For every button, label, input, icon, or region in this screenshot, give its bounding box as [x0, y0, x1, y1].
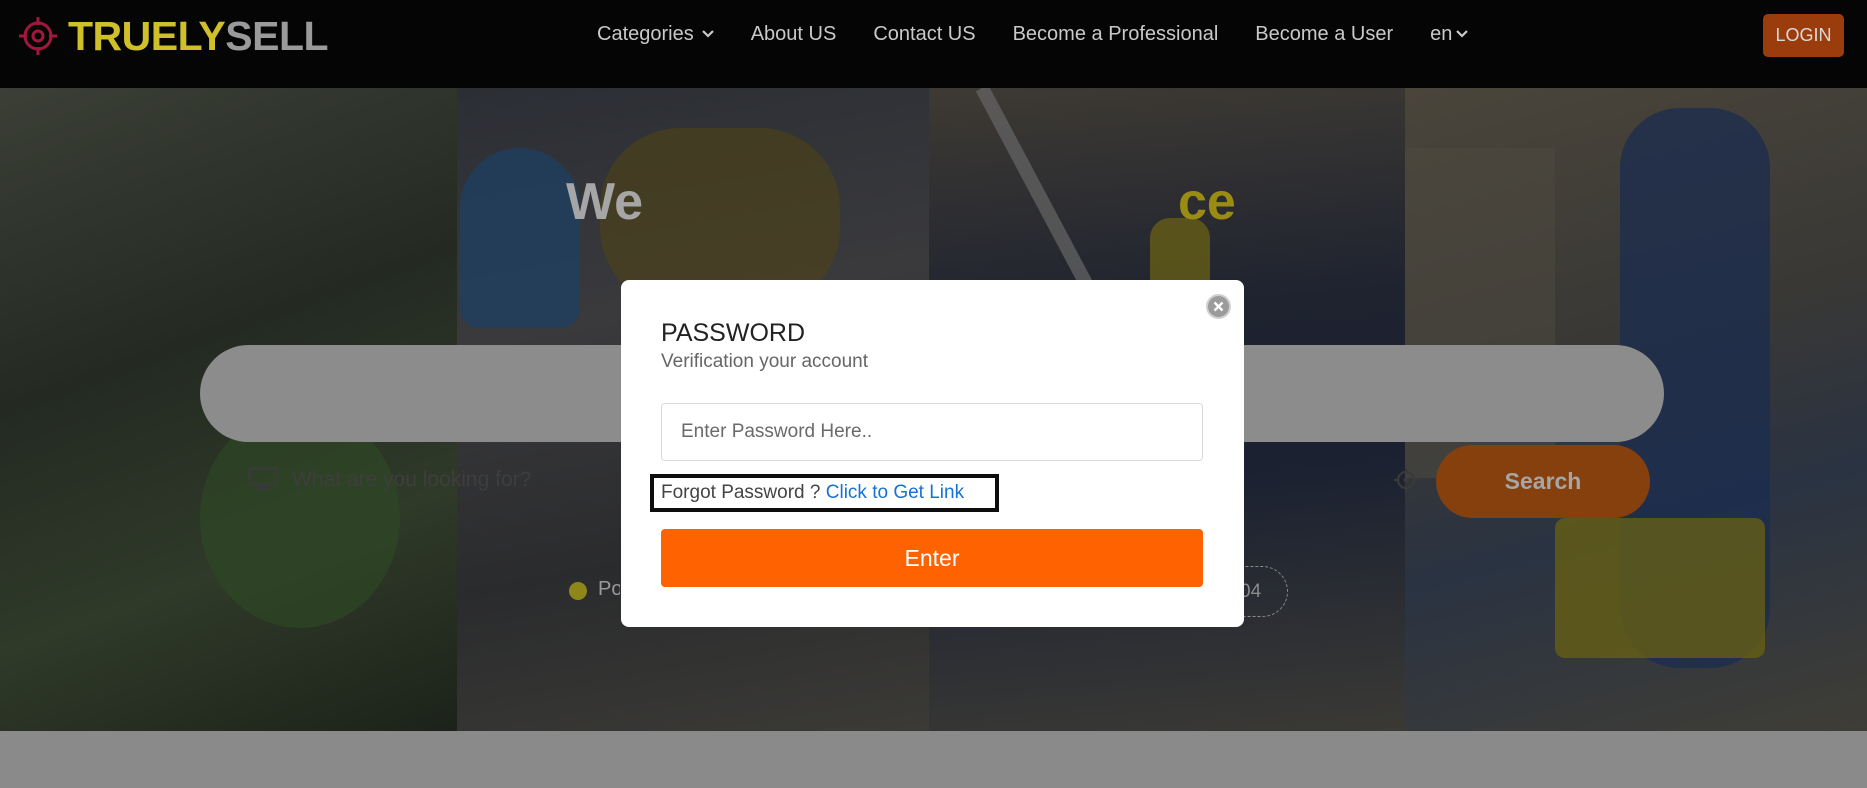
main-nav: Categories About US Contact US Become a …: [597, 22, 1505, 46]
forgot-password-row: Forgot Password ? Click to Get Link: [661, 482, 964, 504]
get-link-link[interactable]: Click to Get Link: [826, 482, 964, 503]
nav-item-label: Become a User: [1255, 22, 1394, 45]
nav-item-contact-us[interactable]: Contact US: [873, 23, 975, 46]
search-button[interactable]: Search: [1436, 445, 1650, 518]
nav-item-about-us[interactable]: About US: [751, 23, 837, 46]
popular-label: Po: [598, 578, 620, 600]
popular-dot-icon: [569, 582, 587, 600]
logo-wordmark: TRUELYSELL: [68, 13, 329, 59]
close-icon: [1213, 301, 1224, 312]
modal-subtitle: Verification your account: [661, 351, 869, 372]
nav-item-label: Become a Professional: [1012, 22, 1219, 45]
modal-close-button[interactable]: [1206, 294, 1231, 319]
modal-title: PASSWORD: [661, 319, 805, 347]
password-input[interactable]: [661, 403, 1203, 461]
language-label: en: [1430, 22, 1453, 45]
nav-item-label: Categories: [597, 22, 694, 45]
page-content-area: [0, 731, 1867, 788]
site-logo[interactable]: TRUELYSELL: [18, 13, 329, 59]
nav-item-label: About US: [750, 22, 837, 45]
nav-item-label: Contact US: [873, 22, 976, 45]
target-logo-icon: [19, 17, 57, 55]
chevron-down-icon: [701, 30, 714, 38]
logo-text-secondary: SELL: [225, 13, 329, 59]
hero-title-accent: ce: [1178, 173, 1236, 231]
nav-item-categories[interactable]: Categories: [597, 23, 714, 46]
forgot-password-label: Forgot Password ?: [661, 482, 821, 503]
nav-item-become-user[interactable]: Become a User: [1255, 23, 1393, 46]
hero-title: We: [566, 173, 644, 231]
hero-photo-detail: [460, 148, 580, 328]
nav-item-become-professional[interactable]: Become a Professional: [1013, 23, 1219, 46]
locate-icon[interactable]: [1393, 467, 1419, 493]
hero-photo-detail: [1555, 518, 1765, 658]
language-selector[interactable]: en: [1430, 22, 1469, 46]
monitor-icon: [248, 467, 278, 491]
top-navbar: TRUELYSELL Categories About US Contact U…: [0, 0, 1867, 88]
logo-text-primary: TRUELY: [68, 13, 226, 59]
chevron-down-icon: [1456, 30, 1469, 38]
login-button[interactable]: LOGIN: [1763, 14, 1844, 57]
enter-button[interactable]: Enter: [661, 529, 1203, 587]
